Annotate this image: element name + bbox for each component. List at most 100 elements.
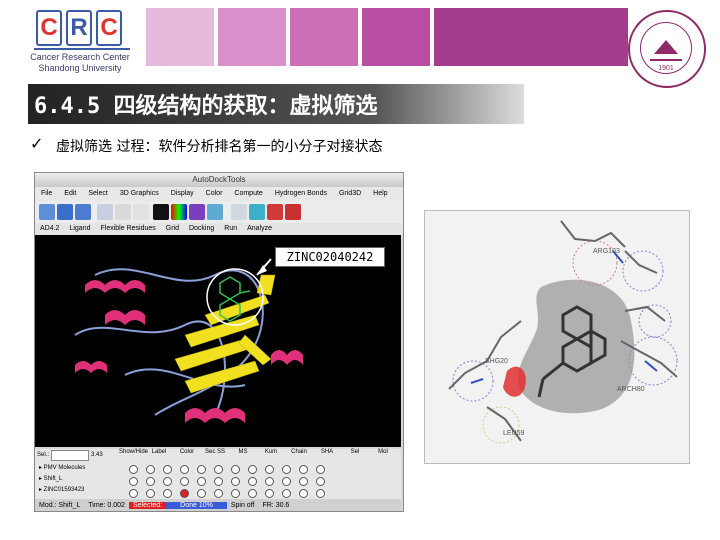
toggle-circle[interactable] [299, 465, 308, 474]
tree-item[interactable]: ▸ ZINC01593423 [39, 485, 85, 496]
ad-menu-item-ligand[interactable]: Ligand [64, 223, 95, 235]
toggle-circle[interactable] [146, 465, 155, 474]
residue-label-4: LEU59 [503, 430, 525, 437]
toggle-circle[interactable] [214, 477, 223, 486]
menu-item-color[interactable]: Color [200, 187, 229, 201]
toggle-circle[interactable] [129, 465, 138, 474]
toggle-circle[interactable] [163, 489, 172, 498]
panel-column-header: Color [179, 449, 195, 455]
select-icon[interactable] [97, 204, 113, 220]
toggle-circle[interactable] [231, 477, 240, 486]
open-icon[interactable] [39, 204, 55, 220]
ad-menu-item-analyze[interactable]: Analyze [242, 223, 277, 235]
logo-caption-1: Cancer Research Center [30, 52, 130, 62]
docking-pose-image: ARG103 SHG20 ARCH80 LEU59 [424, 210, 690, 464]
window-titlebar[interactable]: AutoDockTools [35, 173, 403, 187]
toggle-circle[interactable] [197, 489, 206, 498]
toggle-circle[interactable] [146, 477, 155, 486]
panel-column-header: MS [238, 449, 248, 455]
tree-item[interactable]: ▸ Shift_L [39, 474, 85, 485]
toggle-circle[interactable] [282, 489, 291, 498]
residue-sphere-5 [482, 406, 520, 444]
ad-menu-item-docking[interactable]: Docking [184, 223, 219, 235]
status-fr: FR: 30.6 [262, 501, 290, 509]
toggle-circle[interactable] [129, 477, 138, 486]
menu-item-3d-graphics[interactable]: 3D Graphics [114, 187, 165, 201]
toggle-circle[interactable] [180, 489, 189, 498]
menu-item-help[interactable]: Help [367, 187, 393, 201]
toggle-circle[interactable] [214, 465, 223, 474]
toggle-circle[interactable] [316, 489, 325, 498]
ribbon-icon[interactable] [207, 204, 223, 220]
docking-scene: ARG103 SHG20 ARCH80 LEU59 [448, 220, 678, 444]
header-band-1 [146, 8, 214, 66]
toggle-circle[interactable] [163, 465, 172, 474]
ad-menu-item-flexible-residues[interactable]: Flexible Residues [96, 223, 161, 235]
autodock-window[interactable]: AutoDockTools File Edit Select 3D Graphics D… [34, 172, 404, 512]
menu-item-grid3d[interactable]: Grid3D [333, 187, 367, 201]
surface-icon[interactable] [189, 204, 205, 220]
toggle-circle[interactable] [282, 477, 291, 486]
tree-item[interactable]: ▸ PMV Molecules [39, 463, 85, 474]
header-band-5 [434, 8, 628, 66]
label-icon[interactable] [133, 204, 149, 220]
toggle-circle[interactable] [265, 477, 274, 486]
panel-column-header: Label [151, 449, 167, 455]
toggle-circle[interactable] [146, 489, 155, 498]
toggle-circle[interactable] [129, 489, 138, 498]
sel-label: Sel.: [37, 452, 50, 458]
toggle-circle[interactable] [282, 465, 291, 474]
help-icon[interactable] [249, 204, 265, 220]
residue-label-3: ARCH80 [617, 386, 645, 393]
toggle-circle[interactable] [197, 465, 206, 474]
status-selected: Selected: [128, 501, 167, 509]
toggle-circle[interactable] [248, 489, 257, 498]
ligand-id-label: ZINC02040242 [275, 247, 385, 267]
slide-subtitle: 虚拟筛选 过程：软件分析排名第一的小分子对接状态 [56, 139, 383, 155]
status-bar: Mod.: Shift_L Time: 0.002 Selected: Done… [35, 499, 401, 511]
menu-item-display[interactable]: Display [165, 187, 200, 201]
black-bg-icon[interactable] [153, 204, 169, 220]
toggle-circle[interactable] [265, 465, 274, 474]
menu-item-hydrogen-bonds[interactable]: Hydrogen Bonds [269, 187, 333, 201]
ad-menu-item-grid[interactable]: Grid [161, 223, 184, 235]
toggle-circle[interactable] [299, 489, 308, 498]
toggle-circle[interactable] [231, 489, 240, 498]
color-icon[interactable] [171, 204, 187, 220]
toggle-circle[interactable] [197, 477, 206, 486]
status-spin[interactable]: Spin off [227, 502, 259, 509]
ad-menu-item-ad4-2[interactable]: AD4.2 [35, 223, 64, 235]
menu-item-compute[interactable]: Compute [228, 187, 268, 201]
toggle-circle[interactable] [265, 489, 274, 498]
stop-icon[interactable] [267, 204, 283, 220]
panel-column-header: Sel [350, 449, 360, 455]
logo-letter-r: R [66, 10, 92, 46]
undo-icon[interactable] [75, 204, 91, 220]
residue-sphere-3 [628, 336, 678, 386]
header-band-3 [290, 8, 358, 66]
sticks-icon[interactable] [231, 204, 247, 220]
sel-value: 3.43 [91, 452, 103, 458]
save-icon[interactable] [57, 204, 73, 220]
toggle-circle[interactable] [316, 465, 325, 474]
quit-icon[interactable] [285, 204, 301, 220]
toggle-circle[interactable] [180, 477, 189, 486]
oxygen-patch [503, 366, 526, 397]
toggle-circle[interactable] [214, 489, 223, 498]
menu-item-file[interactable]: File [35, 187, 58, 201]
toggle-circle[interactable] [231, 465, 240, 474]
toggle-circle[interactable] [163, 477, 172, 486]
menu-item-select[interactable]: Select [82, 187, 113, 201]
toggle-circle[interactable] [316, 477, 325, 486]
helix-5 [75, 361, 107, 373]
ad-menu-item-run[interactable]: Run [219, 223, 242, 235]
menu-bar: File Edit Select 3D Graphics Display Color Com… [35, 187, 403, 201]
toggle-circle[interactable] [180, 465, 189, 474]
sel-input[interactable] [51, 450, 89, 461]
toggle-circle[interactable] [248, 465, 257, 474]
measure-icon[interactable] [115, 204, 131, 220]
toggle-circle[interactable] [299, 477, 308, 486]
menu-item-edit[interactable]: Edit [58, 187, 82, 201]
toggle-circle[interactable] [248, 477, 257, 486]
residue-label-1: ARG103 [593, 248, 620, 255]
